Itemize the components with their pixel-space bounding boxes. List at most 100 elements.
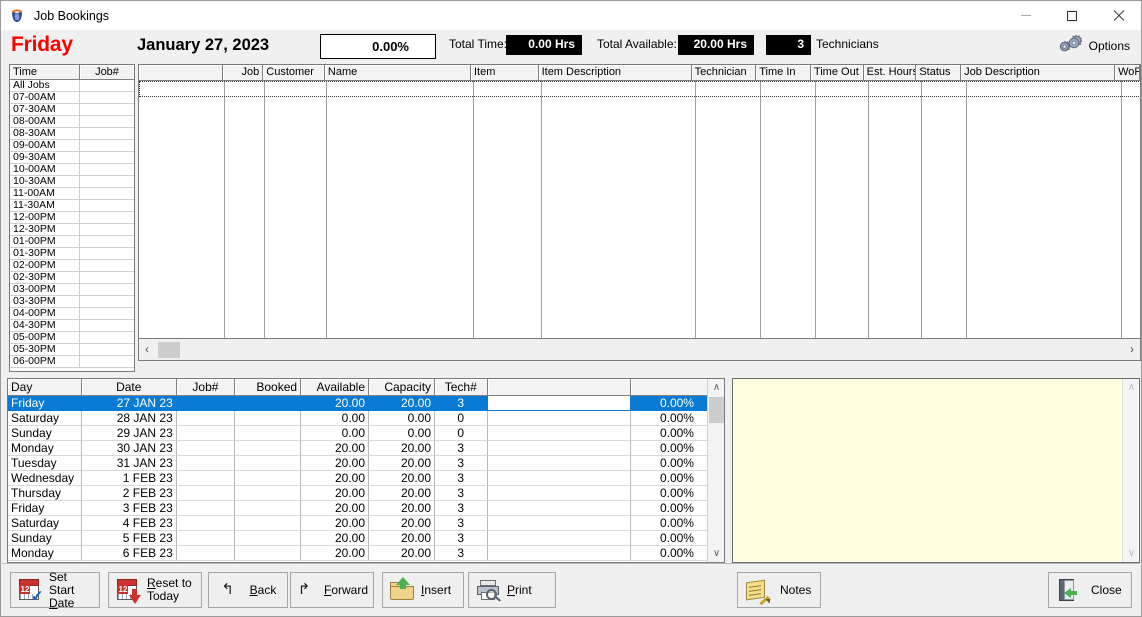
time-slot-jobnum — [80, 164, 134, 176]
time-slot-row[interactable]: 02-00PM — [10, 260, 134, 272]
time-slot-row[interactable]: 03-00PM — [10, 284, 134, 296]
time-slot-row[interactable]: 12-00PM — [10, 212, 134, 224]
job-grid-col-header[interactable]: Item — [470, 65, 539, 81]
day-grid-row[interactable]: Sunday 29 JAN 23 0.00 0.00 0 0.00% — [8, 426, 724, 441]
col-header-gauge[interactable] — [487, 379, 631, 396]
time-slot-row[interactable]: 02-30PM — [10, 272, 134, 284]
hscroll-thumb[interactable] — [158, 342, 180, 358]
col-header-date[interactable]: Date — [81, 379, 177, 396]
job-grid-col-header[interactable]: Job — [223, 65, 264, 81]
time-slot-row[interactable]: 03-30PM — [10, 296, 134, 308]
notes-scroll-up-icon[interactable]: ∧ — [1123, 379, 1139, 396]
job-detail-grid[interactable]: Job Customer Name Item Item Description Techn… — [138, 64, 1141, 339]
row-technum: 0 — [435, 426, 488, 441]
time-slot-row[interactable]: 09-30AM — [10, 152, 134, 164]
job-grid-col-header[interactable]: Customer — [263, 65, 325, 81]
col-header-booked[interactable]: Booked — [235, 379, 302, 396]
col-header-available[interactable]: Available — [301, 379, 370, 396]
scroll-left-icon[interactable]: ‹ — [145, 343, 149, 355]
time-slot-row[interactable]: 07-30AM — [10, 104, 134, 116]
day-grid-row[interactable]: Friday 3 FEB 23 20.00 20.00 3 0.00% — [8, 501, 724, 516]
insert-button[interactable]: Insert — [382, 572, 464, 608]
job-grid-focus-row[interactable] — [139, 81, 1140, 97]
time-slot-row[interactable]: 08-30AM — [10, 128, 134, 140]
time-slot-label: 09-00AM — [10, 140, 80, 152]
jobnum-column-header[interactable]: Job# — [80, 65, 134, 80]
gauge-scale-ticks — [491, 379, 627, 394]
day-grid-scroll-thumb[interactable] — [709, 397, 724, 423]
time-slot-row[interactable]: 11-30AM — [10, 200, 134, 212]
time-slot-row[interactable]: 05-00PM — [10, 332, 134, 344]
job-grid-col-header[interactable] — [139, 65, 224, 81]
notes-vertical-scrollbar[interactable]: ∧ ∨ — [1122, 379, 1139, 562]
notes-button[interactable]: Notes — [737, 572, 821, 608]
time-slot-row[interactable]: 10-30AM — [10, 176, 134, 188]
time-slot-row[interactable]: 05-30PM — [10, 344, 134, 356]
job-grid-col-header[interactable]: Time Out — [810, 65, 864, 81]
time-slot-row[interactable]: 11-00AM — [10, 188, 134, 200]
col-header-capacity[interactable]: Capacity — [369, 379, 436, 396]
day-grid-row[interactable]: Saturday 28 JAN 23 0.00 0.00 0 0.00% — [8, 411, 724, 426]
job-grid-body[interactable] — [139, 81, 1140, 338]
time-slot-jobnum — [80, 260, 134, 272]
maximize-button[interactable] — [1049, 1, 1095, 30]
options-button[interactable]: Options — [1052, 32, 1134, 60]
time-slot-list[interactable]: Time Job# All Jobs 07-00AM 07-30AM 08-00AM 0… — [9, 64, 135, 372]
percent-booked-field[interactable]: 0.00% — [320, 34, 436, 59]
close-button[interactable]: Close — [1048, 572, 1132, 608]
time-slot-row[interactable]: All Jobs — [10, 80, 134, 92]
notes-scroll-down-icon[interactable]: ∨ — [1123, 545, 1139, 562]
job-grid-col-header[interactable]: Technician — [691, 65, 757, 81]
day-grid-row[interactable]: Sunday 5 FEB 23 20.00 20.00 3 0.00% — [8, 531, 724, 546]
job-grid-col-header[interactable]: Name — [324, 65, 471, 81]
time-slot-row[interactable]: 09-00AM — [10, 140, 134, 152]
day-summary-grid[interactable]: Day Date Job# Booked Available Capacity … — [7, 378, 725, 563]
time-slot-row[interactable]: 06-00PM — [10, 356, 134, 368]
job-grid-col-header[interactable]: Est. Hours — [863, 65, 917, 81]
print-button[interactable]: Print — [468, 572, 556, 608]
job-grid-horizontal-scrollbar[interactable]: ‹ › — [138, 339, 1141, 361]
time-slot-label: 11-30AM — [10, 200, 80, 212]
day-grid-row[interactable]: Tuesday 31 JAN 23 20.00 20.00 3 0.00% — [8, 456, 724, 471]
time-slot-row[interactable]: 10-00AM — [10, 164, 134, 176]
notes-textarea[interactable] — [733, 379, 1121, 562]
day-grid-vertical-scrollbar[interactable]: ∧ ∨ — [707, 379, 724, 562]
job-grid-col-header[interactable]: Job Description — [961, 65, 1116, 81]
job-grid-col-divider — [264, 81, 265, 338]
time-slot-row[interactable]: 01-00PM — [10, 236, 134, 248]
day-grid-row[interactable]: Thursday 2 FEB 23 20.00 20.00 3 0.00% — [8, 486, 724, 501]
time-slot-row[interactable]: 04-30PM — [10, 320, 134, 332]
day-grid-row[interactable]: Friday 27 JAN 23 20.00 20.00 3 0.00% — [8, 396, 724, 411]
job-grid-col-header[interactable]: Item Description — [538, 65, 692, 81]
time-slot-row[interactable]: 07-00AM — [10, 92, 134, 104]
day-grid-scroll-down-icon[interactable]: ∨ — [708, 545, 724, 562]
col-header-jobnum[interactable]: Job# — [176, 379, 236, 396]
minimize-button[interactable] — [1003, 1, 1049, 30]
forward-button[interactable]: ↱ Forward — [290, 572, 374, 608]
day-grid-row[interactable]: Monday 6 FEB 23 20.00 20.00 3 0.00% — [8, 546, 724, 561]
scroll-right-icon[interactable]: › — [1130, 343, 1134, 355]
col-header-technum[interactable]: Tech# — [435, 379, 488, 396]
notes-panel[interactable]: ∧ ∨ — [732, 378, 1140, 563]
day-grid-row[interactable]: Wednesday 1 FEB 23 20.00 20.00 3 0.00% — [8, 471, 724, 486]
minimize-icon — [1021, 15, 1031, 16]
time-column-header[interactable]: Time — [10, 65, 80, 80]
time-slot-row[interactable]: 01-30PM — [10, 248, 134, 260]
day-grid-scroll-up-icon[interactable]: ∧ — [708, 379, 724, 396]
row-booked — [235, 441, 302, 456]
time-slot-row[interactable]: 12-30PM — [10, 224, 134, 236]
day-grid-row[interactable]: Saturday 4 FEB 23 20.00 20.00 3 0.00% — [8, 516, 724, 531]
close-window-button[interactable] — [1095, 1, 1141, 30]
set-start-date-button[interactable]: 12 ✓ Set Start Date — [10, 570, 100, 609]
col-header-day[interactable]: Day — [8, 379, 82, 396]
time-slot-row[interactable]: 04-00PM — [10, 308, 134, 320]
day-grid-row[interactable]: Monday 30 JAN 23 20.00 20.00 3 0.00% — [8, 441, 724, 456]
job-grid-col-header[interactable]: WoR — [1115, 65, 1140, 81]
reset-to-today-button[interactable]: 12 Reset to Today — [108, 572, 202, 608]
back-button[interactable]: ↰ Back — [208, 572, 288, 608]
time-slot-row[interactable]: 08-00AM — [10, 116, 134, 128]
row-available: 20.00 — [301, 486, 370, 501]
row-date: 5 FEB 23 — [81, 531, 177, 546]
job-grid-col-header[interactable]: Time In — [756, 65, 811, 81]
job-grid-col-header[interactable]: Status — [916, 65, 962, 81]
